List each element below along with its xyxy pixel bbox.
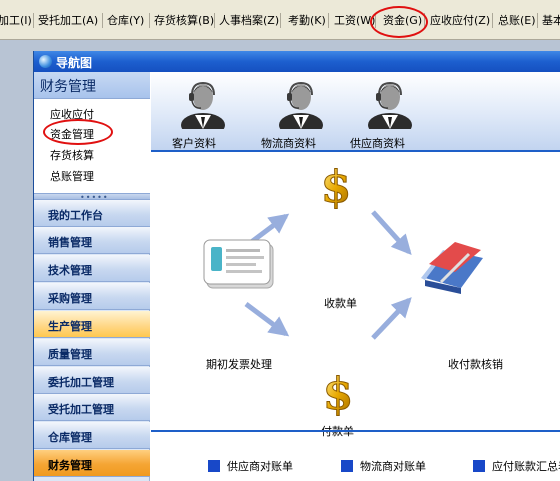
module-label: 技术管理	[48, 264, 92, 277]
module-finance-management[interactable]: 财务管理	[34, 450, 150, 477]
menu-item-inventory-accounting[interactable]: 存货核算(B)	[154, 13, 214, 29]
module-purchasing-management[interactable]: 采购管理	[34, 283, 150, 310]
invoice-card-icon[interactable]	[203, 239, 274, 289]
report-label: 应付账款汇总表	[492, 460, 560, 473]
report-label: 供应商对账单	[227, 460, 293, 473]
menu-item-funds[interactable]: 资金(G)	[383, 13, 422, 29]
menu-separator	[537, 13, 538, 28]
subnav-item-receivables-payables[interactable]: 应收应付	[50, 106, 94, 122]
writeoff-book-icon[interactable]	[421, 242, 483, 294]
module-production-management[interactable]: 生产管理	[34, 311, 150, 338]
menu-item-processing[interactable]: 加工(I)	[0, 13, 32, 29]
subnav-item-inventory-accounting[interactable]: 存货核算	[50, 147, 94, 163]
module-label: 销售管理	[48, 236, 92, 249]
navigation-window: 导航图 财务管理 应收应付 资金管理 存货核算 总账管理 ••••• 我的工作台…	[33, 51, 560, 481]
menu-item-salary[interactable]: 工资(W)	[334, 13, 375, 29]
module-entrusted-processing[interactable]: 受托加工管理	[34, 394, 150, 421]
module-label: 受托加工管理	[48, 403, 114, 416]
menu-separator	[280, 13, 281, 28]
module-label: 生产管理	[48, 320, 92, 333]
supplier-data-link[interactable]: 供应商资料	[350, 135, 405, 151]
menu-item-warehouse[interactable]: 仓库(Y)	[107, 13, 144, 29]
menu-item-personnel-files[interactable]: 人事档案(Z)	[219, 13, 279, 29]
person-icon[interactable]	[180, 79, 226, 129]
module-label: 采购管理	[48, 292, 92, 305]
subnav-item-ledger-management[interactable]: 总账管理	[50, 168, 94, 184]
customer-data-link[interactable]: 客户资料	[172, 135, 216, 151]
menu-item-attendance[interactable]: 考勤(K)	[288, 13, 326, 29]
master-data-band: 客户资料 物流商资料 供应商资料	[151, 72, 560, 152]
menu-separator	[328, 13, 329, 28]
flow-diagram: $ $	[203, 162, 483, 421]
module-label: 财务管理	[48, 459, 92, 472]
menu-separator	[33, 13, 34, 28]
nav-header-title: 财务管理	[40, 79, 96, 95]
svg-text:$: $	[321, 162, 352, 213]
menu-separator	[102, 13, 103, 28]
sub-nav-list: 应收应付 资金管理 存货核算 总账管理	[34, 99, 150, 193]
arrow-payment-to-writeoff	[371, 297, 412, 340]
report-logistics-statement[interactable]: 物流商对账单	[341, 458, 426, 473]
menu-separator	[492, 13, 493, 28]
menu-separator	[375, 13, 376, 28]
menu-item-general-ledger[interactable]: 总账(E)	[498, 13, 536, 29]
subnav-item-funds-management[interactable]: 资金管理	[50, 126, 94, 142]
nav-header: 财务管理	[34, 72, 150, 99]
module-label: 质量管理	[48, 348, 92, 361]
report-supplier-statement[interactable]: 供应商对账单	[208, 458, 293, 473]
receipt-label[interactable]: 收款单	[324, 295, 357, 311]
nav-panel: 财务管理 应收应付 资金管理 存货核算 总账管理 ••••• 我的工作台 销售管…	[34, 72, 150, 481]
menu-separator	[214, 13, 215, 28]
module-sales-management[interactable]: 销售管理	[34, 227, 150, 254]
module-outsourced-processing[interactable]: 委托加工管理	[34, 367, 150, 394]
app-globe-icon	[39, 55, 52, 68]
module-warehouse-management[interactable]: 仓库管理	[34, 422, 150, 449]
arrow-invoice-to-payment	[244, 302, 290, 337]
menu-item-basic[interactable]: 基本	[542, 13, 560, 29]
menu-separator	[149, 13, 150, 28]
module-my-workbench[interactable]: 我的工作台	[34, 200, 150, 227]
menu-separator	[424, 13, 425, 28]
report-bullet-icon	[341, 460, 353, 472]
menu-item-receivables-payables[interactable]: 应收应付(Z)	[430, 13, 490, 29]
payment-dollar-icon[interactable]: $	[322, 369, 354, 421]
report-bullet-icon	[208, 460, 220, 472]
report-payables-summary[interactable]: 应付账款汇总表	[473, 458, 560, 473]
menu-item-entrusted-processing[interactable]: 受托加工(A)	[38, 13, 98, 29]
arrow-receipt-to-writeoff	[371, 210, 412, 255]
menu-bar: 加工(I) 受托加工(A) 仓库(Y) 存货核算(B) 人事档案(Z) 考勤(K…	[0, 0, 560, 40]
person-icon[interactable]	[278, 79, 324, 129]
writeoff-label[interactable]: 收付款核销	[448, 356, 503, 372]
receipt-dollar-icon[interactable]: $	[320, 162, 352, 214]
report-label: 物流商对账单	[360, 460, 426, 473]
window-title: 导航图	[56, 56, 93, 70]
window-titlebar[interactable]: 导航图	[34, 51, 560, 72]
module-technical-management[interactable]: 技术管理	[34, 255, 150, 282]
logistics-provider-data-link[interactable]: 物流商资料	[261, 135, 316, 151]
reports-divider	[151, 430, 560, 432]
main-content: 客户资料 物流商资料 供应商资料 $ $ 收款单 期初发票处理 收付款核销 供应…	[151, 72, 560, 481]
module-label: 仓库管理	[48, 431, 92, 444]
report-bullet-icon	[473, 460, 485, 472]
svg-text:$: $	[323, 369, 354, 420]
module-label: 委托加工管理	[48, 376, 114, 389]
module-quality-management[interactable]: 质量管理	[34, 339, 150, 366]
invoice-processing-label[interactable]: 期初发票处理	[206, 356, 272, 372]
person-icon[interactable]	[367, 79, 413, 129]
panel-splitter[interactable]: •••••	[34, 193, 150, 202]
module-label: 我的工作台	[48, 209, 103, 222]
